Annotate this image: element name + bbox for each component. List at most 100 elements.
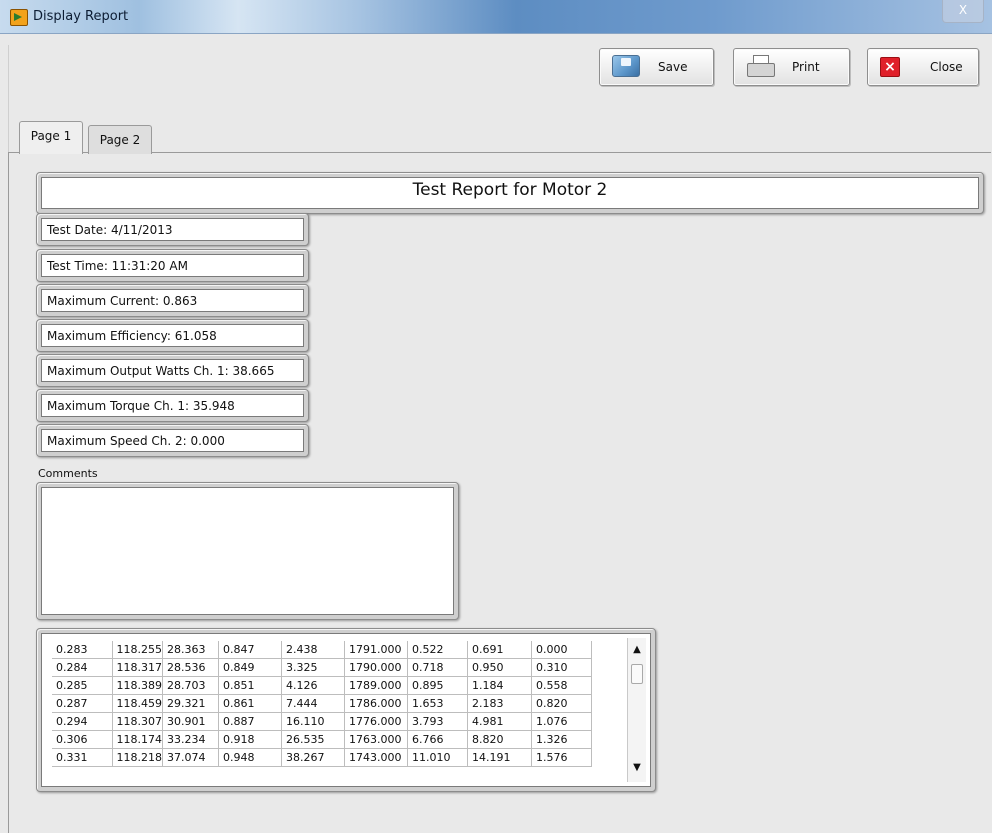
field-max-efficiency-frame: Maximum Efficiency: 61.058 <box>36 319 309 352</box>
table-cell[interactable]: 28.363 <box>162 641 219 659</box>
table-cell[interactable]: 26.535 <box>281 730 345 749</box>
field-test-date: Test Date: 4/11/2013 <box>47 223 173 237</box>
table-cell[interactable]: 118.307 <box>112 712 163 731</box>
table-cell[interactable]: 0.287 <box>52 694 113 713</box>
scroll-up-arrow-icon[interactable]: ▲ <box>628 642 646 658</box>
table-cell[interactable]: 3.793 <box>407 712 468 731</box>
table-cell[interactable]: 3.325 <box>281 658 345 677</box>
tab-page-2[interactable]: Page 2 <box>88 125 152 154</box>
table-cell[interactable]: 0.718 <box>407 658 468 677</box>
table-cell[interactable]: 37.074 <box>162 748 219 767</box>
table-cell[interactable]: 1.653 <box>407 694 468 713</box>
table-cell[interactable]: 1743.000 <box>344 748 408 767</box>
field-test-date-frame: Test Date: 4/11/2013 <box>36 213 309 246</box>
table-cell[interactable]: 28.536 <box>162 658 219 677</box>
table-row[interactable]: 0.294 118.307 30.901 0.887 16.110 1776.000 3.7… <box>52 712 592 731</box>
comments-label: Comments <box>38 467 98 480</box>
table-cell[interactable]: 0.310 <box>531 658 592 677</box>
table-row[interactable]: 0.284 118.317 28.536 0.849 3.325 1790.000 0.71… <box>52 658 592 677</box>
table-cell[interactable]: 2.438 <box>281 641 345 659</box>
table-row[interactable]: 0.287 118.459 29.321 0.861 7.444 1786.000 1.65… <box>52 694 592 713</box>
table-cell[interactable]: 4.981 <box>467 712 532 731</box>
table-cell[interactable]: 0.820 <box>531 694 592 713</box>
table-row[interactable]: 0.331 118.218 37.074 0.948 38.267 1743.000 11.… <box>52 748 592 767</box>
table-cell[interactable]: 1786.000 <box>344 694 408 713</box>
save-icon <box>612 55 640 77</box>
field-max-torque: Maximum Torque Ch. 1: 35.948 <box>47 399 235 413</box>
table-cell[interactable]: 0.691 <box>467 641 532 659</box>
table-cell[interactable]: 1.184 <box>467 676 532 695</box>
table-cell[interactable]: 0.294 <box>52 712 113 731</box>
table-cell[interactable]: 118.389 <box>112 676 163 695</box>
field-max-speed: Maximum Speed Ch. 2: 0.000 <box>47 434 225 448</box>
table-row[interactable]: 0.285 118.389 28.703 0.851 4.126 1789.000 0.89… <box>52 676 592 695</box>
table-cell[interactable]: 1.076 <box>531 712 592 731</box>
table-cell[interactable]: 4.126 <box>281 676 345 695</box>
table-cell[interactable]: 118.255 <box>112 641 163 659</box>
table-cell[interactable]: 38.267 <box>281 748 345 767</box>
print-button[interactable]: Print <box>733 48 850 86</box>
table-cell[interactable]: 0.331 <box>52 748 113 767</box>
table-cell[interactable]: 0.847 <box>218 641 282 659</box>
comments-textarea[interactable] <box>41 487 454 615</box>
table-cell[interactable]: 0.558 <box>531 676 592 695</box>
field-test-time-frame: Test Time: 11:31:20 AM <box>36 249 309 282</box>
report-title-frame: Test Report for Motor 2 <box>36 172 984 214</box>
table-cell[interactable]: 0.306 <box>52 730 113 749</box>
table-cell[interactable]: 0.000 <box>531 641 592 659</box>
save-button-label: Save <box>658 60 688 74</box>
field-max-current-frame: Maximum Current: 0.863 <box>36 284 309 317</box>
table-cell[interactable]: 28.703 <box>162 676 219 695</box>
print-button-label: Print <box>792 60 820 74</box>
table-cell[interactable]: 1791.000 <box>344 641 408 659</box>
table-cell[interactable]: 0.285 <box>52 676 113 695</box>
app-icon <box>10 9 28 26</box>
window-close-button[interactable]: X <box>942 0 984 23</box>
table-cell[interactable]: 0.283 <box>52 641 113 659</box>
table-cell[interactable]: 0.284 <box>52 658 113 677</box>
printer-icon <box>746 55 775 79</box>
field-max-output-watts-frame: Maximum Output Watts Ch. 1: 38.665 <box>36 354 309 387</box>
table-cell[interactable]: 0.849 <box>218 658 282 677</box>
scroll-down-arrow-icon[interactable]: ▼ <box>628 760 646 776</box>
table-cell[interactable]: 16.110 <box>281 712 345 731</box>
table-cell[interactable]: 29.321 <box>162 694 219 713</box>
table-cell[interactable]: 1789.000 <box>344 676 408 695</box>
table-cell[interactable]: 11.010 <box>407 748 468 767</box>
tab-page-1[interactable]: Page 1 <box>19 121 83 154</box>
table-cell[interactable]: 0.851 <box>218 676 282 695</box>
window-title: Display Report <box>33 9 129 24</box>
table-cell[interactable]: 8.820 <box>467 730 532 749</box>
table-cell[interactable]: 118.174 <box>112 730 163 749</box>
table-cell[interactable]: 0.948 <box>218 748 282 767</box>
scroll-thumb[interactable] <box>631 664 643 684</box>
table-cell[interactable]: 1776.000 <box>344 712 408 731</box>
table-row[interactable]: 0.283 118.255 28.363 0.847 2.438 1791.000 0.52… <box>52 641 592 659</box>
table-cell[interactable]: 0.887 <box>218 712 282 731</box>
table-cell[interactable]: 0.522 <box>407 641 468 659</box>
table-cell[interactable]: 33.234 <box>162 730 219 749</box>
close-button[interactable]: × Close <box>867 48 979 86</box>
table-cell[interactable]: 2.183 <box>467 694 532 713</box>
table-cell[interactable]: 0.918 <box>218 730 282 749</box>
table-cell[interactable]: 0.895 <box>407 676 468 695</box>
table-cell[interactable]: 118.317 <box>112 658 163 677</box>
field-max-current: Maximum Current: 0.863 <box>47 294 198 308</box>
close-icon: × <box>880 57 900 77</box>
table-cell[interactable]: 1.576 <box>531 748 592 767</box>
table-row[interactable]: 0.306 118.174 33.234 0.918 26.535 1763.000 6.7… <box>52 730 592 749</box>
table-cell[interactable]: 30.901 <box>162 712 219 731</box>
table-cell[interactable]: 1790.000 <box>344 658 408 677</box>
save-button[interactable]: Save <box>599 48 714 86</box>
table-cell[interactable]: 118.218 <box>112 748 163 767</box>
table-cell[interactable]: 1.326 <box>531 730 592 749</box>
table-cell[interactable]: 0.950 <box>467 658 532 677</box>
table-cell[interactable]: 118.459 <box>112 694 163 713</box>
table-cell[interactable]: 6.766 <box>407 730 468 749</box>
table-scrollbar[interactable]: ▲ ▼ <box>627 638 646 782</box>
table-cell[interactable]: 1763.000 <box>344 730 408 749</box>
table-cell[interactable]: 0.861 <box>218 694 282 713</box>
table-cell[interactable]: 7.444 <box>281 694 345 713</box>
field-max-efficiency: Maximum Efficiency: 61.058 <box>47 329 217 343</box>
table-cell[interactable]: 14.191 <box>467 748 532 767</box>
